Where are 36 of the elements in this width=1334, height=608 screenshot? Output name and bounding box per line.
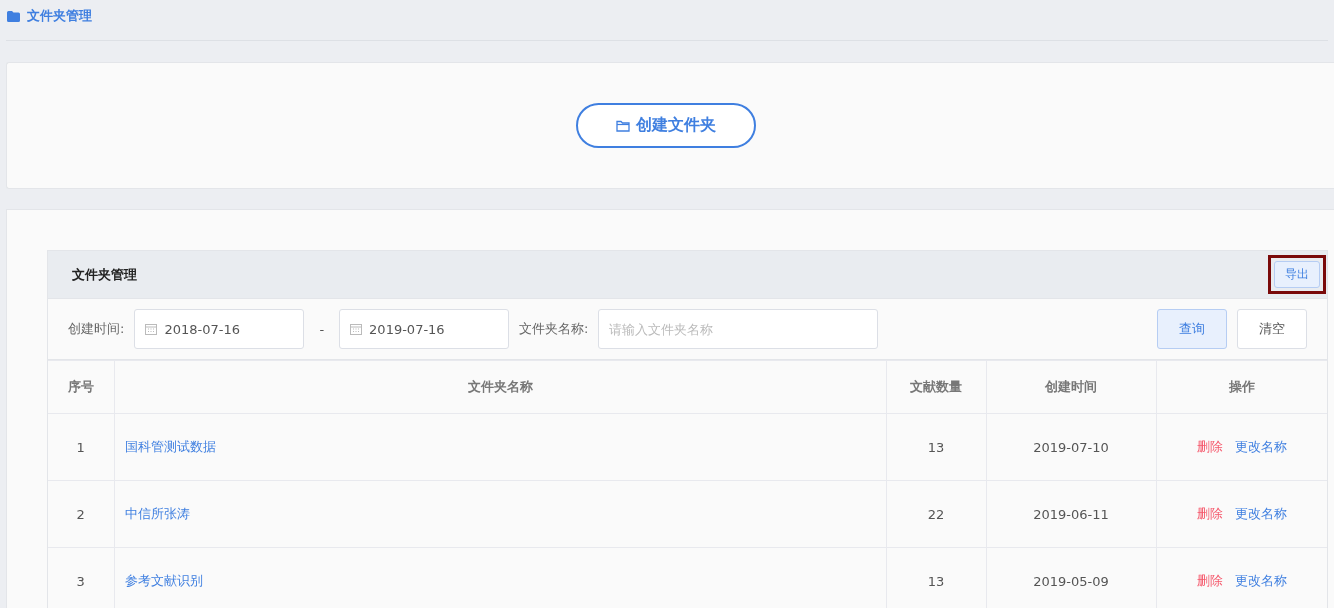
folder-name-field[interactable]: 请输入文件夹名称 [598, 309, 879, 349]
date-label: 创建时间: [68, 320, 125, 338]
rename-link[interactable]: 更改名称 [1234, 438, 1287, 456]
folder-icon [615, 119, 630, 132]
folder-link[interactable]: 国科管测试数据 [124, 439, 216, 454]
start-date-field[interactable]: 2018-07-16 [134, 309, 305, 349]
table-cell: 13 [886, 413, 986, 481]
table-cell: 1 [48, 413, 114, 481]
name-label: 文件夹名称: [519, 320, 589, 338]
folder-link[interactable]: 参考文献识别 [124, 573, 203, 588]
folder-link[interactable]: 中信所张涛 [124, 506, 190, 521]
column-header: 文献数量 [886, 360, 986, 414]
delete-link[interactable]: 删除 [1196, 572, 1223, 590]
calendar-icon [350, 323, 363, 335]
column-header: 操作 [1156, 360, 1327, 414]
table-cell: 2 [48, 480, 114, 548]
panel-title: 文件夹管理 [72, 265, 137, 284]
search-button[interactable]: 查询 [1157, 309, 1227, 349]
delete-link[interactable]: 删除 [1196, 438, 1223, 456]
column-header: 文件夹名称 [114, 360, 886, 414]
delete-link[interactable]: 删除 [1196, 505, 1223, 523]
rename-link[interactable]: 更改名称 [1234, 572, 1287, 590]
clear-button[interactable]: 清空 [1237, 309, 1307, 349]
calendar-icon [145, 323, 158, 335]
export-button[interactable]: 导出 [1274, 261, 1320, 288]
rename-link[interactable]: 更改名称 [1234, 505, 1287, 523]
create-folder-button[interactable]: 创建文件夹 [575, 103, 756, 148]
column-header: 创建时间 [986, 360, 1156, 414]
date-separator: - [319, 321, 325, 337]
column-header: 序号 [48, 360, 114, 414]
table-cell: 2019-07-10 [986, 413, 1156, 481]
page-title: 文件夹管理 [27, 7, 92, 25]
table-cell: 2019-06-11 [986, 480, 1156, 548]
table-cell: 22 [886, 480, 986, 548]
folder-icon [7, 10, 20, 22]
end-date-field[interactable]: 2019-07-16 [339, 309, 510, 349]
